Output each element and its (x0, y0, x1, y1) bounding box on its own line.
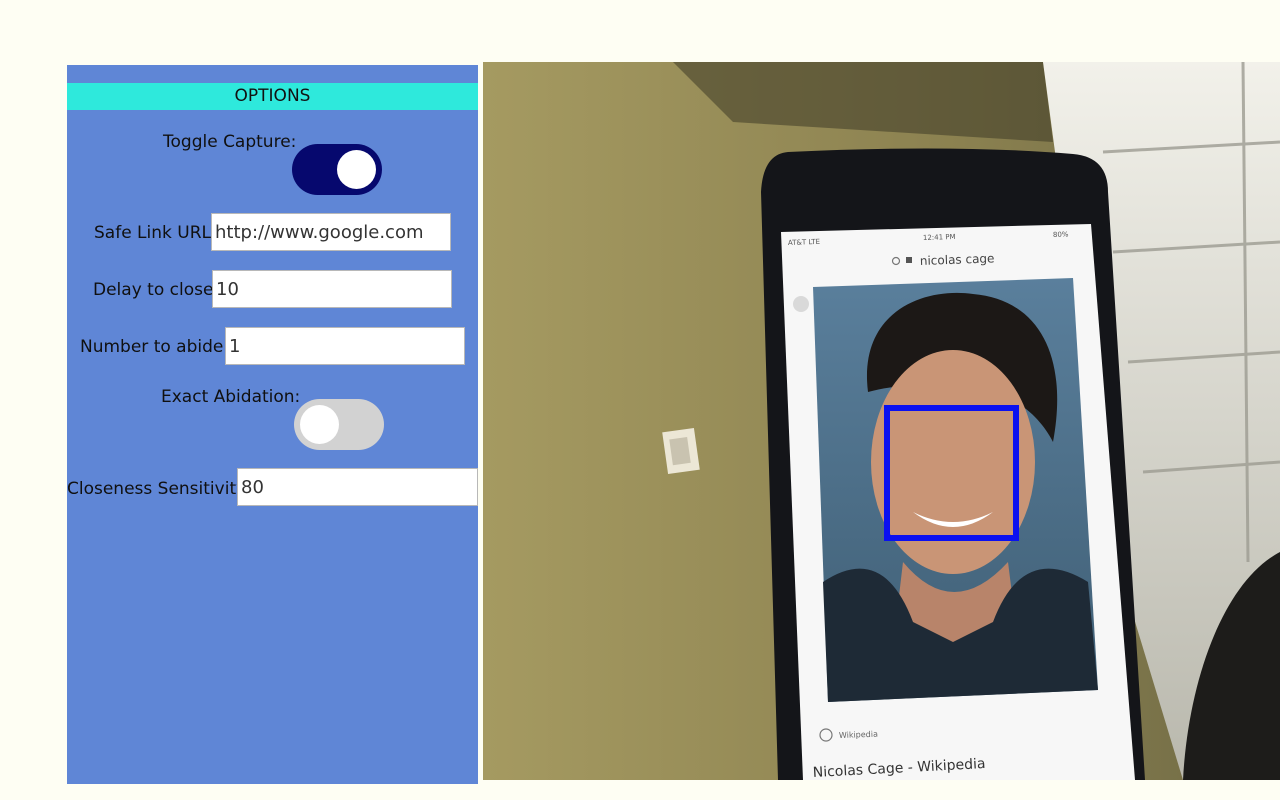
number-to-abide-input[interactable] (225, 327, 465, 365)
phone-close-icon (793, 296, 809, 312)
camera-feed: AT&T LTE 12:41 PM 80% nicolas cage Wikip… (483, 62, 1280, 780)
closeness-sensitivity-label: Closeness Sensitivity: (67, 479, 251, 499)
app-window: OPTIONS Toggle Capture: Safe Link URL: D… (0, 0, 1280, 800)
camera-frame-image: AT&T LTE 12:41 PM 80% nicolas cage Wikip… (483, 62, 1280, 780)
safe-link-url-input[interactable] (211, 213, 451, 251)
exact-abidation-knob (300, 405, 339, 444)
toggle-capture-knob (337, 150, 376, 189)
phone: AT&T LTE 12:41 PM 80% nicolas cage Wikip… (761, 148, 1145, 780)
exact-abidation-label: Exact Abidation: (161, 387, 301, 407)
safe-link-url-label: Safe Link URL: (94, 223, 217, 243)
phone-lock-icon (906, 257, 912, 263)
phone-search-query: nicolas cage (920, 251, 995, 268)
wall-outlet (662, 427, 700, 475)
toggle-capture-switch[interactable] (292, 144, 382, 195)
delay-to-close-label: Delay to close: (93, 280, 220, 300)
phone-battery: 80% (1053, 230, 1069, 239)
phone-time: 12:41 PM (923, 233, 956, 242)
delay-to-close-input[interactable] (212, 270, 452, 308)
closeness-sensitivity-input[interactable] (237, 468, 478, 506)
options-panel: OPTIONS Toggle Capture: Safe Link URL: D… (67, 65, 478, 784)
phone-result-source: Wikipedia (839, 730, 878, 740)
toggle-capture-label: Toggle Capture: (163, 132, 297, 152)
number-to-abide-label: Number to abide: (80, 337, 230, 357)
exact-abidation-switch[interactable] (294, 399, 384, 450)
phone-carrier: AT&T LTE (788, 238, 820, 247)
options-header: OPTIONS (67, 83, 478, 110)
